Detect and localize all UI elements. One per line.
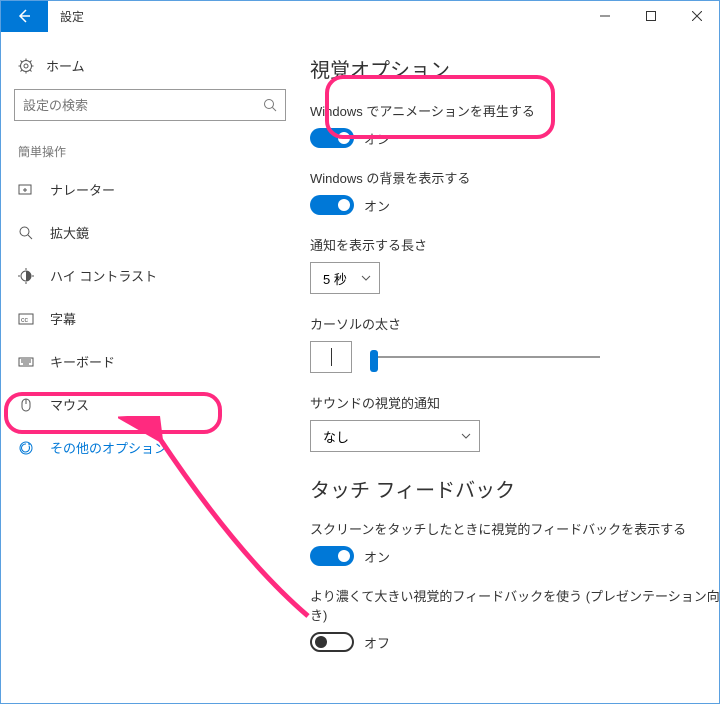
sidebar-item-mouse[interactable]: マウス bbox=[0, 383, 300, 426]
toggle-touch-visual[interactable] bbox=[310, 546, 354, 566]
narrator-icon bbox=[18, 182, 34, 198]
sidebar-item-cc[interactable]: cc 字幕 bbox=[0, 297, 300, 340]
combo-notification-duration-value: 5 秒 bbox=[323, 269, 347, 288]
toggle-show-background-state: オン bbox=[364, 196, 390, 215]
toggle-touch-dark[interactable] bbox=[310, 632, 354, 652]
search-icon bbox=[263, 98, 277, 112]
sidebar-item-label: ハイ コントラスト bbox=[50, 266, 157, 285]
minimize-button[interactable] bbox=[582, 0, 628, 32]
cursor-preview bbox=[310, 341, 352, 373]
slider-cursor-thickness[interactable] bbox=[370, 345, 600, 369]
combo-sound-visual[interactable]: なし bbox=[310, 420, 480, 452]
label-sound-visual: サウンドの視覚的通知 bbox=[310, 393, 720, 412]
sidebar-item-magnifier[interactable]: 拡大鏡 bbox=[0, 211, 300, 254]
chevron-down-icon bbox=[361, 273, 371, 283]
gear-icon bbox=[18, 58, 34, 74]
options-icon bbox=[18, 440, 34, 456]
close-button[interactable] bbox=[674, 0, 720, 32]
sidebar-item-label: キーボード bbox=[50, 352, 115, 371]
cc-icon: cc bbox=[18, 311, 34, 327]
label-touch-visual: スクリーンをタッチしたときに視覚的フィードバックを表示する bbox=[310, 519, 720, 538]
combo-sound-visual-value: なし bbox=[323, 427, 349, 446]
sidebar-item-other-options[interactable]: その他のオプション bbox=[0, 426, 300, 469]
home-link[interactable]: ホーム bbox=[0, 50, 300, 89]
sidebar-item-highcontrast[interactable]: ハイ コントラスト bbox=[0, 254, 300, 297]
label-animations: Windows でアニメーションを再生する bbox=[310, 101, 720, 120]
sidebar: ホーム 簡単操作 ナレーター 拡大鏡 ハイ コントラスト cc 字幕 bbox=[0, 32, 300, 704]
maximize-button[interactable] bbox=[628, 0, 674, 32]
sidebar-item-keyboard[interactable]: キーボード bbox=[0, 340, 300, 383]
contrast-icon bbox=[18, 268, 34, 284]
toggle-animations-state: オン bbox=[364, 129, 390, 148]
combo-notification-duration[interactable]: 5 秒 bbox=[310, 262, 380, 294]
label-show-background: Windows の背景を表示する bbox=[310, 168, 720, 187]
heading-touch-feedback: タッチ フィードバック bbox=[310, 474, 720, 503]
search-input[interactable] bbox=[14, 89, 286, 121]
toggle-animations[interactable] bbox=[310, 128, 354, 148]
toggle-touch-dark-state: オフ bbox=[364, 633, 390, 652]
keyboard-icon bbox=[18, 354, 34, 370]
label-notification-duration: 通知を表示する長さ bbox=[310, 235, 720, 254]
toggle-touch-visual-state: オン bbox=[364, 547, 390, 566]
window-title: 設定 bbox=[48, 0, 96, 32]
toggle-show-background[interactable] bbox=[310, 195, 354, 215]
sidebar-item-narrator[interactable]: ナレーター bbox=[0, 168, 300, 211]
label-touch-dark: より濃くて大きい視覚的フィードバックを使う (プレゼンテーション向き) bbox=[310, 586, 720, 624]
sidebar-item-label: マウス bbox=[50, 395, 89, 414]
chevron-down-icon bbox=[461, 431, 471, 441]
magnifier-icon bbox=[18, 225, 34, 241]
search-field[interactable] bbox=[23, 98, 263, 113]
back-button[interactable] bbox=[0, 0, 48, 32]
main-panel: 視覚オプション Windows でアニメーションを再生する オン Windows… bbox=[300, 32, 720, 704]
sidebar-section-label: 簡単操作 bbox=[0, 131, 300, 168]
sidebar-item-label: その他のオプション bbox=[50, 438, 167, 457]
heading-visual-options: 視覚オプション bbox=[310, 54, 720, 83]
svg-text:cc: cc bbox=[21, 317, 29, 324]
mouse-icon bbox=[18, 397, 34, 413]
label-cursor-thickness: カーソルの太さ bbox=[310, 314, 720, 333]
sidebar-item-label: ナレーター bbox=[50, 180, 115, 199]
home-label: ホーム bbox=[46, 56, 85, 75]
sidebar-item-label: 拡大鏡 bbox=[50, 223, 89, 242]
sidebar-item-label: 字幕 bbox=[50, 309, 76, 328]
